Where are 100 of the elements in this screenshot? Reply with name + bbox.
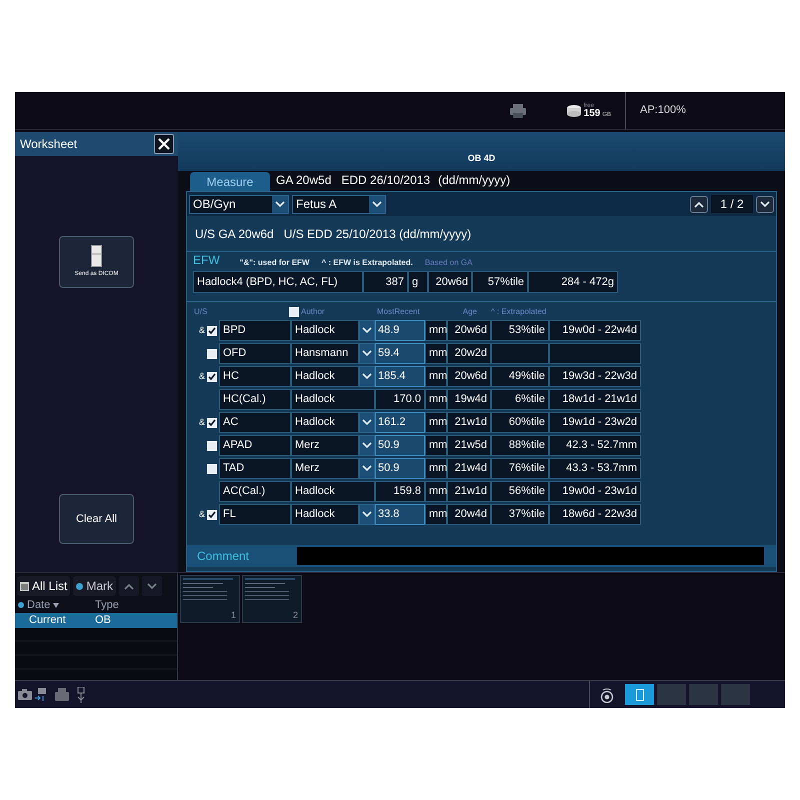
value-field[interactable]: 48.9 [375, 320, 425, 341]
efw-note: ^ : EFW is Extrapolated. [321, 257, 413, 269]
printer-icon[interactable] [55, 688, 69, 701]
chevron-down-icon [372, 200, 382, 208]
table-cell: 159.8 [375, 481, 425, 502]
chevron-up-icon [124, 582, 134, 590]
table-cell: mm [425, 389, 447, 410]
page-thumbnail[interactable]: 1 [180, 575, 240, 623]
table-cell: 21w4d [447, 458, 491, 479]
table-cell: Hadlock [291, 412, 359, 433]
author-dropdown-button[interactable] [359, 343, 375, 364]
checkbox[interactable] [207, 348, 217, 358]
author-dropdown-button[interactable] [359, 435, 375, 456]
page-up-button[interactable] [690, 196, 708, 212]
table-cell: mm [425, 458, 447, 479]
storage-value: 159 [584, 108, 600, 118]
checkbox[interactable] [289, 307, 299, 317]
column-header: MostRecent [377, 306, 421, 318]
table-cell: FL [219, 504, 291, 525]
checkbox[interactable] [207, 510, 217, 520]
value-field[interactable]: 59.4 [375, 343, 425, 364]
chevron-down-icon [362, 465, 372, 472]
view-tab[interactable] [625, 684, 654, 705]
edd-text: EDD 26/10/2013 [341, 172, 430, 189]
author-dropdown-button[interactable] [359, 366, 375, 387]
camera-icon[interactable] [18, 689, 32, 700]
table-cell: mm [425, 366, 447, 387]
table-cell: mm [425, 320, 447, 341]
list-row[interactable]: Current OB [15, 613, 177, 628]
measure-tab[interactable]: Measure [190, 172, 270, 191]
efw-note: "&": used for EFW [240, 257, 310, 269]
table-cell: 20w2d [447, 343, 491, 364]
efw-mark: & [198, 508, 205, 521]
dropdown[interactable]: Fetus A [292, 194, 386, 214]
table-cell: 43.3 - 53.7mm [549, 458, 641, 479]
column-header: Type [95, 598, 119, 613]
value-field[interactable]: 33.8 [375, 504, 425, 525]
printer-icon[interactable] [510, 104, 526, 118]
table-cell: 19w0d - 22w4d [549, 320, 641, 341]
column-header: ^ : Extrapolated [491, 306, 546, 318]
page-down-button[interactable] [756, 196, 774, 212]
table-cell: Hadlock4 (BPD, HC, AC, FL) [193, 271, 363, 293]
table-cell: 170.0 [375, 389, 425, 410]
author-dropdown-button[interactable] [359, 320, 375, 341]
author-dropdown-button[interactable] [359, 412, 375, 433]
table-cell: mm [425, 435, 447, 456]
value-field[interactable]: 50.9 [375, 458, 425, 479]
value-field[interactable]: 161.2 [375, 412, 425, 433]
table-cell: 37%tile [491, 504, 549, 525]
table-cell: Hadlock [291, 389, 375, 410]
table-cell: 76%tile [491, 458, 549, 479]
dropdown[interactable]: OB/Gyn [189, 194, 289, 214]
chevron-down-icon [362, 442, 372, 449]
thumbnail-number: 1 [230, 608, 236, 622]
table-cell: 57%tile [472, 271, 528, 293]
efw-mark: & [198, 324, 205, 337]
value-field[interactable]: 50.9 [375, 435, 425, 456]
value-field[interactable]: 185.4 [375, 366, 425, 387]
table-cell: mm [425, 504, 447, 525]
mark-button[interactable]: Mark [73, 576, 116, 596]
table-cell: BPD [219, 320, 291, 341]
checkbox[interactable] [207, 464, 217, 474]
video-camera-icon[interactable] [35, 688, 47, 702]
column-header[interactable]: Date [27, 596, 50, 614]
power-reading: AP:100% [640, 104, 686, 116]
worksheet-title: Worksheet [20, 136, 78, 153]
table-cell: 18w6d - 22w3d [549, 504, 641, 525]
checkbox[interactable] [207, 326, 217, 336]
author-dropdown-button[interactable] [359, 504, 375, 525]
chevron-down-icon [362, 419, 372, 426]
column-header: U/S [193, 306, 208, 318]
efw-label: EFW [193, 252, 220, 269]
table-cell: 21w1d [447, 481, 491, 502]
checkbox[interactable] [207, 440, 217, 450]
all-list-button[interactable]: All List [17, 576, 70, 596]
table-cell: Merz [291, 458, 359, 479]
us-summary: U/S GA 20w6d U/S EDD 25/10/2013 (dd/mm/yyyy) [195, 226, 472, 242]
dot-icon [18, 602, 24, 608]
table-cell: Merz [291, 435, 359, 456]
checkbox[interactable] [207, 418, 217, 428]
table-cell: mm [425, 481, 447, 502]
probe-icon[interactable] [600, 686, 614, 702]
table-cell: 387 [363, 271, 408, 293]
chevron-down-icon [362, 373, 372, 380]
table-cell: 19w0d - 23w1d [549, 481, 641, 502]
clear-all-button[interactable]: Clear All [59, 494, 134, 544]
comment-field[interactable] [297, 547, 764, 565]
author-dropdown-button[interactable] [359, 458, 375, 479]
checkbox[interactable] [207, 372, 217, 382]
table-cell: mm [425, 343, 447, 364]
usb-icon[interactable] [77, 686, 85, 702]
column-header: Age [462, 306, 477, 318]
page-indicator: 1 / 2 [711, 195, 753, 213]
close-button[interactable] [154, 134, 174, 154]
table-cell: 6%tile [491, 389, 549, 410]
table-cell: Hansmann [291, 343, 359, 364]
document-icon [636, 688, 644, 700]
page-thumbnail[interactable]: 2 [242, 575, 302, 623]
comment-label: Comment [196, 548, 250, 565]
table-cell: TAD [219, 458, 291, 479]
